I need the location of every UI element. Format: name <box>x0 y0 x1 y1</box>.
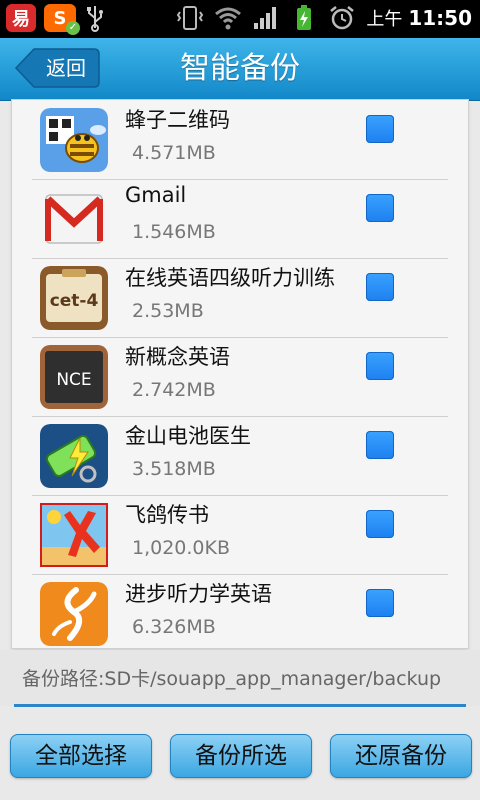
check-badge-icon: ✓ <box>66 21 80 35</box>
cet4-icon-text: cet-4 <box>50 291 99 311</box>
list-item[interactable]: 蜂子二维码 4.571MB <box>32 100 448 180</box>
action-bar: 全部选择 备份所选 还原备份 <box>0 716 480 800</box>
sogou-input-icon: S ✓ <box>44 4 80 35</box>
app-size: 2.742MB <box>132 379 216 401</box>
backup-selected-button[interactable]: 备份所选 <box>170 734 312 778</box>
status-left-icons: 易 S ✓ <box>6 4 106 35</box>
wifi-icon <box>215 7 242 30</box>
app-size: 2.53MB <box>132 300 204 322</box>
select-all-button[interactable]: 全部选择 <box>10 734 152 778</box>
app-notification-icon: 易 <box>6 4 36 32</box>
usb-icon <box>87 6 103 32</box>
app-size: 3.518MB <box>132 458 216 480</box>
app-size: 4.571MB <box>132 142 216 164</box>
back-button-label: 返回 <box>46 56 86 80</box>
app-size: 1.546MB <box>132 221 216 243</box>
list-item[interactable]: 进步听力学英语 6.326MB <box>32 574 448 648</box>
back-button[interactable]: 返回 <box>14 48 100 88</box>
app-list[interactable]: 蜂子二维码 4.571MB Gmail 1.546MB cet-4 在线英语四级… <box>12 100 468 648</box>
list-item[interactable]: Gmail 1.546MB <box>32 179 448 259</box>
bee-qr-icon <box>40 108 108 172</box>
app-name: 进步听力学英语 <box>125 582 272 606</box>
path-divider <box>14 704 466 707</box>
status-clock: 上午 11:50 <box>366 5 472 31</box>
battery-charging-icon <box>297 5 312 30</box>
list-item[interactable]: 飞鸽传书 1,020.0KB <box>32 495 448 575</box>
status-bar: 易 S ✓ 上午 11:50 <box>0 0 480 38</box>
nce-icon-text: NCE <box>56 370 91 390</box>
clock-ampm: 上午 <box>366 9 403 30</box>
list-item[interactable]: 金山电池医生 3.518MB <box>32 416 448 496</box>
title-bar: 智能备份 返回 <box>0 38 480 101</box>
app-name: Gmail <box>125 183 187 207</box>
feige-icon <box>40 503 108 567</box>
sogou-glyph: S <box>53 7 67 29</box>
app-name: 在线英语四级听力训练 <box>125 266 335 290</box>
list-item[interactable]: NCE 新概念英语 2.742MB <box>32 337 448 417</box>
vibrate-icon <box>177 6 204 30</box>
signal-icon <box>254 7 277 29</box>
gmail-icon <box>40 187 108 251</box>
cet4-icon: cet-4 <box>40 266 108 330</box>
status-right-icons: 上午 11:50 <box>176 4 472 32</box>
backup-path-label: 备份路径:SD卡/souapp_app_manager/backup <box>22 668 442 690</box>
app-size: 1,020.0KB <box>132 537 231 559</box>
restore-backup-button[interactable]: 还原备份 <box>330 734 472 778</box>
app-checkbox[interactable] <box>366 431 394 459</box>
app-name: 飞鸽传书 <box>125 503 209 527</box>
nce-icon: NCE <box>40 345 108 409</box>
battery-doctor-icon <box>40 424 108 488</box>
app-name: 金山电池医生 <box>125 424 251 448</box>
app-checkbox[interactable] <box>366 589 394 617</box>
app-size: 6.326MB <box>132 616 216 638</box>
app-checkbox[interactable] <box>366 115 394 143</box>
app-checkbox[interactable] <box>366 273 394 301</box>
app-name: 蜂子二维码 <box>125 108 230 132</box>
clock-time: 11:50 <box>408 6 472 30</box>
app-notification-glyph: 易 <box>12 9 30 30</box>
list-item[interactable]: cet-4 在线英语四级听力训练 2.53MB <box>32 258 448 338</box>
alarm-icon <box>330 6 355 30</box>
jinbu-listening-icon <box>40 582 108 646</box>
app-checkbox[interactable] <box>366 194 394 222</box>
app-checkbox[interactable] <box>366 352 394 380</box>
backup-path-bar: 备份路径:SD卡/souapp_app_manager/backup <box>0 650 480 706</box>
app-name: 新概念英语 <box>125 345 230 369</box>
app-checkbox[interactable] <box>366 510 394 538</box>
